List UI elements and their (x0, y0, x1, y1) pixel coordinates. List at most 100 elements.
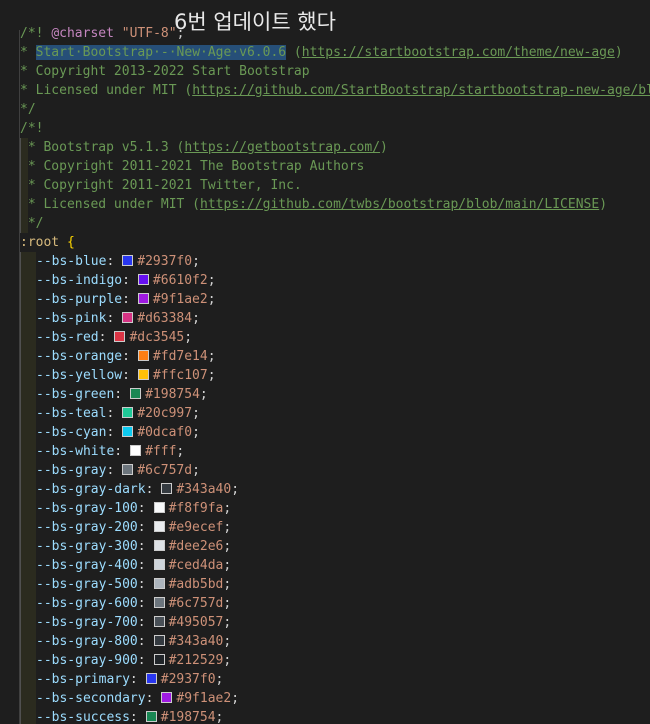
bootstrap-url-link[interactable]: https://getbootstrap.com/ (184, 140, 380, 155)
overlay-annotation-text: 6번 업데이트 했다 (174, 10, 336, 34)
color-swatch-icon[interactable] (137, 293, 149, 304)
code-line-comment-open-2[interactable]: /*! (20, 119, 43, 138)
color-swatch-icon[interactable] (153, 616, 165, 627)
color-swatch-icon[interactable] (122, 255, 134, 266)
color-swatch-icon[interactable] (161, 692, 173, 703)
css-variable-line[interactable]: --bs-secondary: #9f1ae2; (20, 689, 239, 708)
color-swatch-icon[interactable] (122, 426, 134, 437)
license-url-link[interactable]: https://github.com/StartBootstrap/startb… (192, 83, 650, 98)
color-swatch-icon[interactable] (153, 540, 165, 551)
css-variable-line[interactable]: --bs-gray-500: #adb5bd; (20, 575, 231, 594)
colon: : (129, 710, 138, 724)
css-variable-line[interactable]: --bs-green: #198754; (20, 385, 208, 404)
variable-name: --bs-success (36, 710, 130, 724)
color-swatch-icon[interactable] (153, 502, 165, 513)
code-line-comment-close-2[interactable]: */ (20, 214, 44, 233)
root-open-brace: { (59, 235, 75, 250)
variable-value: #2937f0 (160, 672, 216, 687)
color-swatch-icon[interactable] (137, 350, 149, 361)
theme-url-link[interactable]: https://startbootstrap.com/theme/new-age (302, 45, 615, 60)
css-variable-line[interactable]: --bs-gray-900: #212529; (20, 651, 231, 670)
css-variable-line[interactable]: --bs-pink: #d63384; (20, 309, 200, 328)
code-line-license[interactable]: * Licensed under MIT (https://github.com… (20, 81, 650, 100)
code-line-bootstrap-copyright[interactable]: * Copyright 2011-2021 The Bootstrap Auth… (20, 157, 365, 176)
semicolon: ; (223, 501, 232, 516)
code-line-twitter-copyright[interactable]: * Copyright 2011-2021 Twitter, Inc. (20, 176, 302, 195)
semicolon: ; (192, 425, 200, 440)
variable-name: --bs-secondary (36, 691, 146, 706)
color-swatch-icon[interactable] (122, 464, 134, 475)
css-variable-line[interactable]: --bs-purple: #9f1ae2; (20, 290, 216, 309)
twitter-copyright-text: * Copyright 2011-2021 Twitter, Inc. (20, 178, 302, 193)
code-editor[interactable]: @charset "UTF-8"; /*! * Start·Bootstrap·… (0, 0, 650, 724)
color-swatch-icon[interactable] (130, 388, 142, 399)
colon: : (106, 311, 115, 326)
css-variable-line[interactable]: --bs-gray-700: #495057; (20, 613, 231, 632)
color-swatch-icon[interactable] (114, 331, 126, 342)
color-swatch-icon[interactable] (153, 654, 165, 665)
variable-value: #6c757d (168, 596, 224, 611)
css-variable-line[interactable]: --bs-cyan: #0dcaf0; (20, 423, 200, 442)
variable-value: #6610f2 (152, 273, 208, 288)
colon: : (137, 539, 146, 554)
variable-name: --bs-gray-800 (36, 634, 138, 649)
semicolon: ; (223, 634, 232, 649)
css-variable-line[interactable]: --bs-red: #dc3545; (20, 328, 192, 347)
css-variable-line[interactable]: --bs-orange: #fd7e14; (20, 347, 216, 366)
css-variable-line[interactable]: --bs-yellow: #ffc107; (20, 366, 216, 385)
bootstrap-license-prefix: * Licensed under MIT ( (20, 197, 201, 212)
code-line-theme-title[interactable]: * Start·Bootstrap·-·New·Age·v6.0.6 (http… (20, 43, 623, 62)
colon: : (137, 615, 146, 630)
variable-value: #20c997 (137, 406, 193, 421)
color-swatch-icon[interactable] (122, 407, 134, 418)
css-variable-line[interactable]: --bs-gray: #6c757d; (20, 461, 200, 480)
color-swatch-icon[interactable] (122, 312, 134, 323)
css-variable-line[interactable]: --bs-blue: #2937f0; (20, 252, 200, 271)
variable-name: --bs-cyan (36, 425, 107, 440)
css-variable-line[interactable]: --bs-gray-dark: #343a40; (20, 480, 239, 499)
color-swatch-icon[interactable] (145, 711, 157, 722)
semicolon: ; (207, 273, 216, 288)
color-swatch-icon[interactable] (137, 274, 149, 285)
code-line-copyright[interactable]: * Copyright 2013-2022 Start Bootstrap (20, 62, 310, 81)
css-variable-line[interactable]: --bs-success: #198754; (20, 708, 223, 724)
color-swatch-icon[interactable] (153, 635, 165, 646)
css-variable-line[interactable]: --bs-gray-200: #e9ecef; (20, 518, 231, 537)
color-swatch-icon[interactable] (145, 673, 157, 684)
css-variable-line[interactable]: --bs-teal: #20c997; (20, 404, 200, 423)
semicolon: ; (192, 254, 200, 269)
semicolon: ; (207, 368, 216, 383)
css-variable-line[interactable]: --bs-gray-300: #dee2e6; (20, 537, 231, 556)
color-swatch-icon[interactable] (153, 559, 165, 570)
color-swatch-icon[interactable] (153, 578, 165, 589)
css-variable-line[interactable]: --bs-gray-100: #f8f9fa; (20, 499, 231, 518)
css-variable-line[interactable]: --bs-gray-600: #6c757d; (20, 594, 231, 613)
colon: : (137, 501, 146, 516)
paren-close: ) (599, 197, 608, 212)
variable-name: --bs-orange (36, 349, 123, 364)
color-swatch-icon[interactable] (161, 483, 173, 494)
css-variable-line[interactable]: --bs-gray-400: #ced4da; (20, 556, 231, 575)
css-variable-line[interactable]: --bs-gray-800: #343a40; (20, 632, 231, 651)
color-swatch-icon[interactable] (153, 521, 165, 532)
code-line-bootstrap-license[interactable]: * Licensed under MIT (https://github.com… (20, 195, 607, 214)
css-variable-line[interactable]: --bs-white: #fff; (20, 442, 184, 461)
colon: : (137, 653, 146, 668)
color-swatch-icon[interactable] (137, 369, 149, 380)
colon: : (122, 349, 130, 364)
css-variable-line[interactable]: --bs-indigo: #6610f2; (20, 271, 216, 290)
code-line-comment-close[interactable]: */ (20, 100, 36, 119)
variable-name: --bs-gray-400 (36, 558, 138, 573)
color-swatch-icon[interactable] (130, 445, 142, 456)
bootstrap-license-link[interactable]: https://github.com/twbs/bootstrap/blob/m… (200, 197, 599, 212)
code-line-bootstrap-version[interactable]: * Bootstrap v5.1.3 (https://getbootstrap… (20, 138, 388, 157)
color-swatch-icon[interactable] (153, 597, 165, 608)
code-line-charset[interactable]: @charset "UTF-8"; (20, 5, 184, 41)
colon: : (114, 444, 123, 459)
css-variable-line[interactable]: --bs-primary: #2937f0; (20, 670, 223, 689)
semicolon: ; (192, 463, 200, 478)
variable-name: --bs-gray-700 (36, 615, 138, 630)
code-line-comment-open[interactable]: /*! (20, 24, 43, 43)
code-line-root-selector[interactable]: :root { (20, 233, 75, 252)
variable-name: --bs-pink (36, 311, 107, 326)
